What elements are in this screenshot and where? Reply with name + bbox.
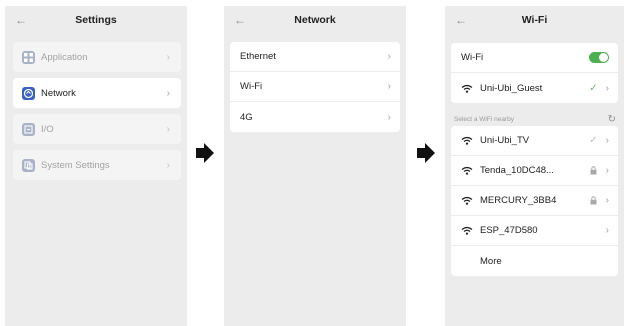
io-icon — [22, 122, 35, 136]
flow-arrow-icon — [196, 143, 214, 163]
settings-screen: ← Settings Application › Network › I/O ›… — [5, 6, 187, 326]
chevron-right-icon: › — [166, 123, 170, 135]
chevron-right-icon: › — [166, 159, 170, 171]
network-header: ← Network — [224, 6, 406, 36]
wifi-screen: ← Wi-Fi Wi-Fi Uni-Ubi_Guest ✓ › Select a… — [445, 6, 624, 326]
chevron-right-icon: › — [605, 82, 609, 94]
lock-icon — [590, 196, 597, 205]
network-item-label: 4G — [240, 111, 253, 123]
network-item-label: Ethernet — [240, 51, 276, 62]
settings-header: ← Settings — [5, 6, 187, 36]
apps-icon — [22, 50, 35, 64]
wifi-toggle-row: Wi-Fi — [451, 43, 618, 73]
network-ssid: Tenda_10DC48... — [480, 165, 554, 176]
chevron-right-icon: › — [605, 225, 609, 236]
network-icon — [22, 86, 35, 100]
settings-item-io[interactable]: I/O › — [13, 114, 181, 144]
more-label: More — [480, 255, 502, 267]
settings-item-application[interactable]: Application › — [13, 42, 181, 72]
network-ssid: ESP_47D580 — [480, 225, 538, 236]
network-list: Ethernet › Wi-Fi › 4G › — [230, 42, 400, 132]
chevron-right-icon: › — [166, 51, 170, 63]
settings-item-network[interactable]: Network › — [13, 78, 181, 108]
network-row[interactable]: Uni-Ubi_TV ✓ › — [451, 126, 618, 156]
wifi-status-group: Wi-Fi Uni-Ubi_Guest ✓ › — [451, 43, 618, 103]
network-row[interactable]: Tenda_10DC48... › — [451, 156, 618, 186]
chevron-right-icon: › — [605, 195, 609, 206]
network-item-label: Wi-Fi — [240, 81, 263, 92]
network-screen: ← Network Ethernet › Wi-Fi › 4G › — [224, 6, 406, 326]
wifi-toggle[interactable] — [589, 52, 609, 63]
settings-item-system-settings[interactable]: System Settings › — [13, 150, 181, 180]
settings-item-label: Network — [41, 87, 76, 99]
nearby-section-header: Select a WiFi nearby ↻ — [454, 113, 616, 125]
settings-item-label: Application — [41, 51, 88, 63]
chevron-right-icon: › — [166, 87, 170, 99]
chevron-right-icon: › — [387, 81, 391, 92]
chevron-right-icon: › — [605, 135, 609, 146]
wifi-icon — [461, 136, 473, 145]
chevron-right-icon: › — [387, 51, 391, 62]
nearby-network-list: Uni-Ubi_TV ✓ › Tenda_10DC48... › MERCURY… — [451, 126, 618, 276]
wifi-icon — [461, 196, 473, 205]
connected-network-row[interactable]: Uni-Ubi_Guest ✓ › — [451, 73, 618, 103]
connected-ssid: Uni-Ubi_Guest — [480, 82, 543, 94]
network-ssid: MERCURY_3BB4 — [480, 195, 557, 206]
more-networks-row[interactable]: More — [451, 246, 618, 276]
section-label: Select a WiFi nearby — [454, 115, 514, 123]
network-row[interactable]: MERCURY_3BB4 › — [451, 186, 618, 216]
wifi-icon — [461, 84, 473, 93]
check-icon: ✓ — [589, 135, 598, 146]
refresh-icon[interactable]: ↻ — [608, 114, 616, 125]
chevron-right-icon: › — [387, 111, 391, 123]
page-title: Settings — [75, 14, 117, 26]
network-item-4g[interactable]: 4G › — [230, 102, 400, 132]
chevron-right-icon: › — [605, 165, 609, 176]
network-row[interactable]: ESP_47D580 › — [451, 216, 618, 246]
system-settings-icon — [22, 158, 35, 172]
page-title: Network — [294, 14, 336, 26]
wifi-icon — [461, 166, 473, 175]
settings-item-label: System Settings — [41, 159, 110, 171]
flow-arrow-icon — [417, 143, 435, 163]
wifi-icon — [461, 226, 473, 235]
network-item-wifi[interactable]: Wi-Fi › — [230, 72, 400, 102]
page-title: Wi-Fi — [521, 14, 548, 26]
network-ssid: Uni-Ubi_TV — [480, 135, 530, 146]
wifi-header: ← Wi-Fi — [445, 6, 624, 36]
network-item-ethernet[interactable]: Ethernet › — [230, 42, 400, 72]
wifi-toggle-label: Wi-Fi — [461, 52, 484, 63]
check-icon: ✓ — [589, 82, 598, 94]
settings-item-label: I/O — [41, 123, 54, 135]
lock-icon — [590, 166, 597, 175]
